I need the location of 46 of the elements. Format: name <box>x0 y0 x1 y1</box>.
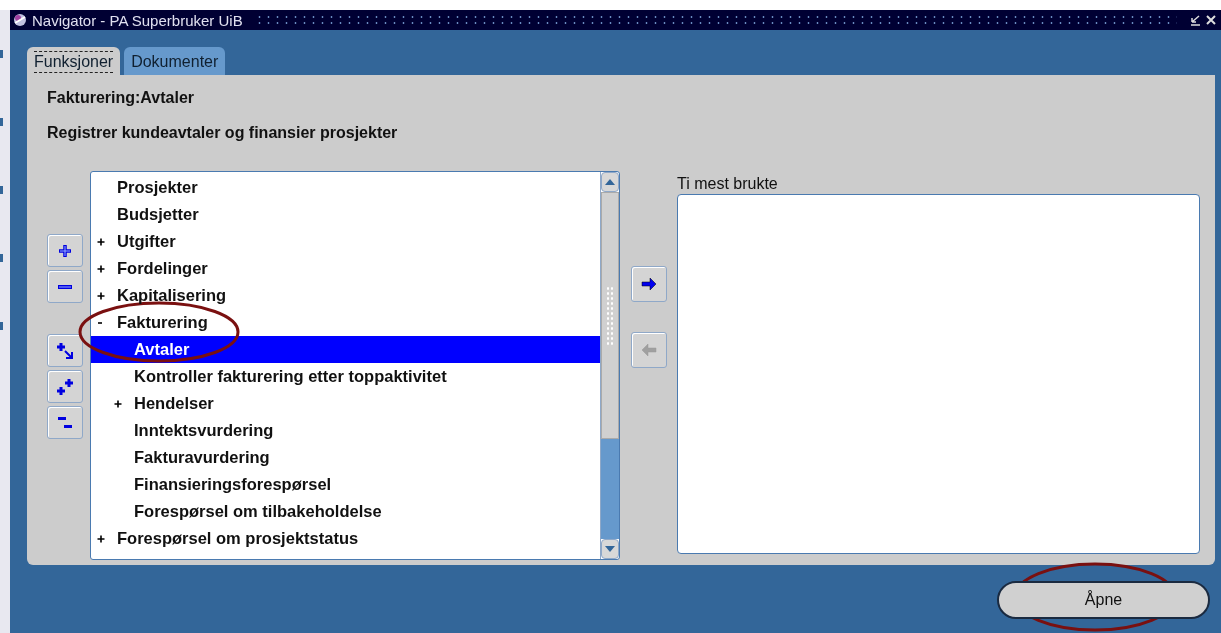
tree-item[interactable]: Fakturavurdering <box>91 444 600 471</box>
expand-icon[interactable] <box>97 534 105 543</box>
function-path: Fakturering:Avtaler <box>47 89 195 108</box>
favorites-label: Ti mest brukte <box>677 174 779 194</box>
tree-item[interactable]: Fordelinger <box>91 255 600 282</box>
collapse-all-icon <box>58 417 72 428</box>
scroll-thumb[interactable] <box>601 192 619 439</box>
tab[interactable]: Funksjoner <box>27 47 121 75</box>
arrow-right-icon <box>639 275 658 293</box>
collapse-button[interactable] <box>47 270 83 303</box>
collapse-all-button[interactable] <box>47 406 83 439</box>
tree-item[interactable]: Fakturering <box>91 309 600 336</box>
function-description: Registrer kundeavtaler og finansier prosjekter <box>47 124 399 143</box>
tab[interactable]: Dokumenter <box>124 47 226 75</box>
open-button[interactable]: Åpne <box>997 581 1210 619</box>
expand-all-icon <box>57 378 73 395</box>
expand-branch-button[interactable] <box>47 334 83 367</box>
expand-all-button[interactable] <box>47 370 83 403</box>
minimize-icon[interactable] <box>1189 14 1201 26</box>
tree-item[interactable]: Kapitalisering <box>91 282 600 309</box>
expand-icon[interactable] <box>97 237 105 246</box>
tree-item[interactable]: Kontroller fakturering etter toppaktivitet <box>91 363 600 390</box>
tree-item[interactable]: Hendelser <box>91 390 600 417</box>
app-icon <box>12 12 28 28</box>
tree-item[interactable]: Budsjetter <box>91 201 600 228</box>
tree-item[interactable]: Inntektsvurdering <box>91 417 600 444</box>
scroll-down-icon[interactable] <box>601 539 619 559</box>
expand-branch-icon <box>57 342 73 359</box>
close-icon[interactable] <box>1205 14 1217 26</box>
scroll-up-icon[interactable] <box>601 172 619 192</box>
tree-item[interactable]: Forespørsel om tilbakeholdelse <box>91 498 600 525</box>
expand-icon <box>59 244 71 257</box>
arrow-left-icon <box>639 341 658 359</box>
tree-item[interactable]: Prosjekter <box>91 174 600 201</box>
scrollbar[interactable] <box>600 172 619 559</box>
expand-button[interactable] <box>47 234 83 267</box>
tree-item[interactable]: Forespørsel om prosjektstatus <box>91 525 600 552</box>
expand-icon[interactable] <box>97 291 105 300</box>
expand-icon[interactable] <box>114 399 122 408</box>
window-title: Navigator - PA Superbruker UiB <box>32 11 243 29</box>
move-right-button[interactable] <box>630 266 667 302</box>
expand-icon[interactable] <box>97 264 105 273</box>
collapse-icon <box>58 284 72 289</box>
tree-item[interactable]: Avtaler <box>91 336 600 363</box>
tree-item[interactable]: Finansieringsforespørsel <box>91 471 600 498</box>
tree-item[interactable]: Utgifter <box>91 228 600 255</box>
